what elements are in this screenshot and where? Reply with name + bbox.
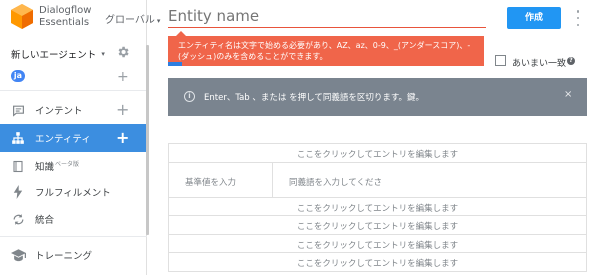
sidebar-item-label: インテント — [35, 106, 83, 117]
graduation-cap-icon — [10, 247, 26, 263]
info-icon: i — [184, 91, 195, 102]
click-to-edit-text: ここをクリックしてエントリを編集します — [296, 203, 459, 214]
chat-bubble-icon — [10, 102, 26, 118]
column-divider — [272, 162, 273, 197]
entity-hierarchy-icon — [10, 130, 26, 146]
table-row[interactable]: 基準値を入力 同義語を入力してくださ — [168, 162, 587, 198]
info-banner: i Enter、Tab 、または を押して同義語を区切ります。鍵。 × — [168, 78, 587, 116]
table-row[interactable]: ここをクリックしてエントリを編集します — [168, 197, 587, 216]
save-button[interactable]: 作成 — [507, 7, 561, 29]
add-intent-icon[interactable]: + — [116, 102, 129, 118]
synonym-input[interactable]: 同義語を入力してくださ — [289, 176, 382, 188]
sidebar: Dialogflow Essentials グローバル ▾ 新しいエージェント ▾… — [0, 0, 160, 275]
click-to-edit-text: ここをクリックしてエントリを編集します — [296, 150, 459, 160]
divider — [0, 236, 147, 237]
sidebar-item-fulfillment[interactable]: フルフィルメント — [0, 178, 147, 206]
book-icon — [10, 158, 26, 174]
divider — [0, 90, 147, 91]
more-options-icon[interactable] — [575, 10, 581, 26]
knowledge-label: 知識 — [35, 162, 55, 174]
sidebar-item-label: エンティティ — [35, 134, 91, 145]
table-row[interactable]: ここをクリックしてエントリを編集します — [168, 234, 587, 253]
language-badge[interactable]: ja — [11, 70, 25, 82]
entity-name-input[interactable] — [168, 4, 486, 28]
close-icon[interactable]: × — [564, 89, 572, 100]
brand-name: Dialogflow Essentials — [39, 5, 91, 29]
bolt-icon — [10, 184, 26, 200]
help-icon[interactable]: ? — [567, 57, 575, 65]
scope-dropdown[interactable]: グローバル ▾ — [105, 11, 160, 26]
error-line: エンティティ名は文字で始める必要があり、AZ、az、0-9、_(アンダースコア)… — [178, 41, 471, 50]
sidebar-item-knowledge[interactable]: 知識ベータ版 — [0, 152, 147, 180]
add-language-icon[interactable]: + — [117, 70, 129, 84]
info-text: Enter、Tab 、または を押して同義語を区切ります。鍵。 — [204, 93, 425, 103]
sidebar-item-label: 統合 — [35, 215, 55, 226]
click-to-edit-text: ここをクリックしてエントリを編集します — [296, 259, 459, 269]
entries-table: ここをクリックしてエントリを編集します 基準値を入力 同義語を入力してくださ こ… — [168, 143, 587, 272]
validation-error-tooltip: エンティティ名は文字で始める必要があり、AZ、az、0-9、_(アンダースコア)… — [168, 31, 484, 66]
gear-icon[interactable] — [116, 45, 130, 59]
dialogflow-logo-icon — [11, 4, 33, 30]
add-entity-icon[interactable]: + — [116, 130, 129, 146]
sidebar-item-training[interactable]: トレーニング — [0, 241, 147, 269]
table-row[interactable]: ここをクリックしてエントリを編集します — [168, 216, 587, 235]
define-synonyms-checkbox[interactable] — [168, 62, 182, 66]
table-row[interactable]: ここをクリックしてエントリを編集します — [168, 144, 587, 163]
beta-badge: ベータ版 — [55, 160, 80, 168]
brand[interactable]: Dialogflow Essentials — [11, 4, 91, 30]
scope-label: グローバル — [105, 15, 155, 26]
sidebar-scrollbar[interactable] — [146, 45, 149, 235]
sync-icon — [10, 211, 26, 227]
brand-name-line1: Dialogflow — [39, 5, 92, 16]
sidebar-item-intents[interactable]: インテント + — [0, 96, 147, 124]
click-to-edit-text: ここをクリックしてエントリを編集します — [296, 222, 459, 232]
chevron-down-icon: ▾ — [156, 17, 161, 25]
sidebar-item-label: フルフィルメント — [35, 188, 111, 199]
chevron-down-icon: ▾ — [101, 50, 105, 58]
reference-value-input[interactable]: 基準値を入力 — [185, 176, 236, 188]
sidebar-item-entities[interactable]: エンティティ + — [0, 124, 147, 152]
sidebar-item-integrations[interactable]: 統合 — [0, 205, 147, 233]
agent-name: 新しいエージェント — [11, 50, 97, 61]
agent-selector[interactable]: 新しいエージェント ▾ — [11, 47, 131, 61]
table-row[interactable]: ここをクリックしてエントリを編集します — [168, 253, 587, 272]
fuzzy-matching-label: あいまい一致 — [512, 59, 567, 69]
fuzzy-matching-checkbox[interactable] — [495, 55, 506, 66]
sidebar-item-label: 知識ベータ版 — [35, 159, 79, 173]
sidebar-item-label: トレーニング — [35, 251, 93, 262]
error-line: (ダッシュ)のみを含めることができます。 — [178, 52, 328, 61]
brand-name-line2: Essentials — [39, 17, 90, 28]
click-to-edit-text: ここをクリックしてエントリを編集します — [296, 240, 459, 251]
